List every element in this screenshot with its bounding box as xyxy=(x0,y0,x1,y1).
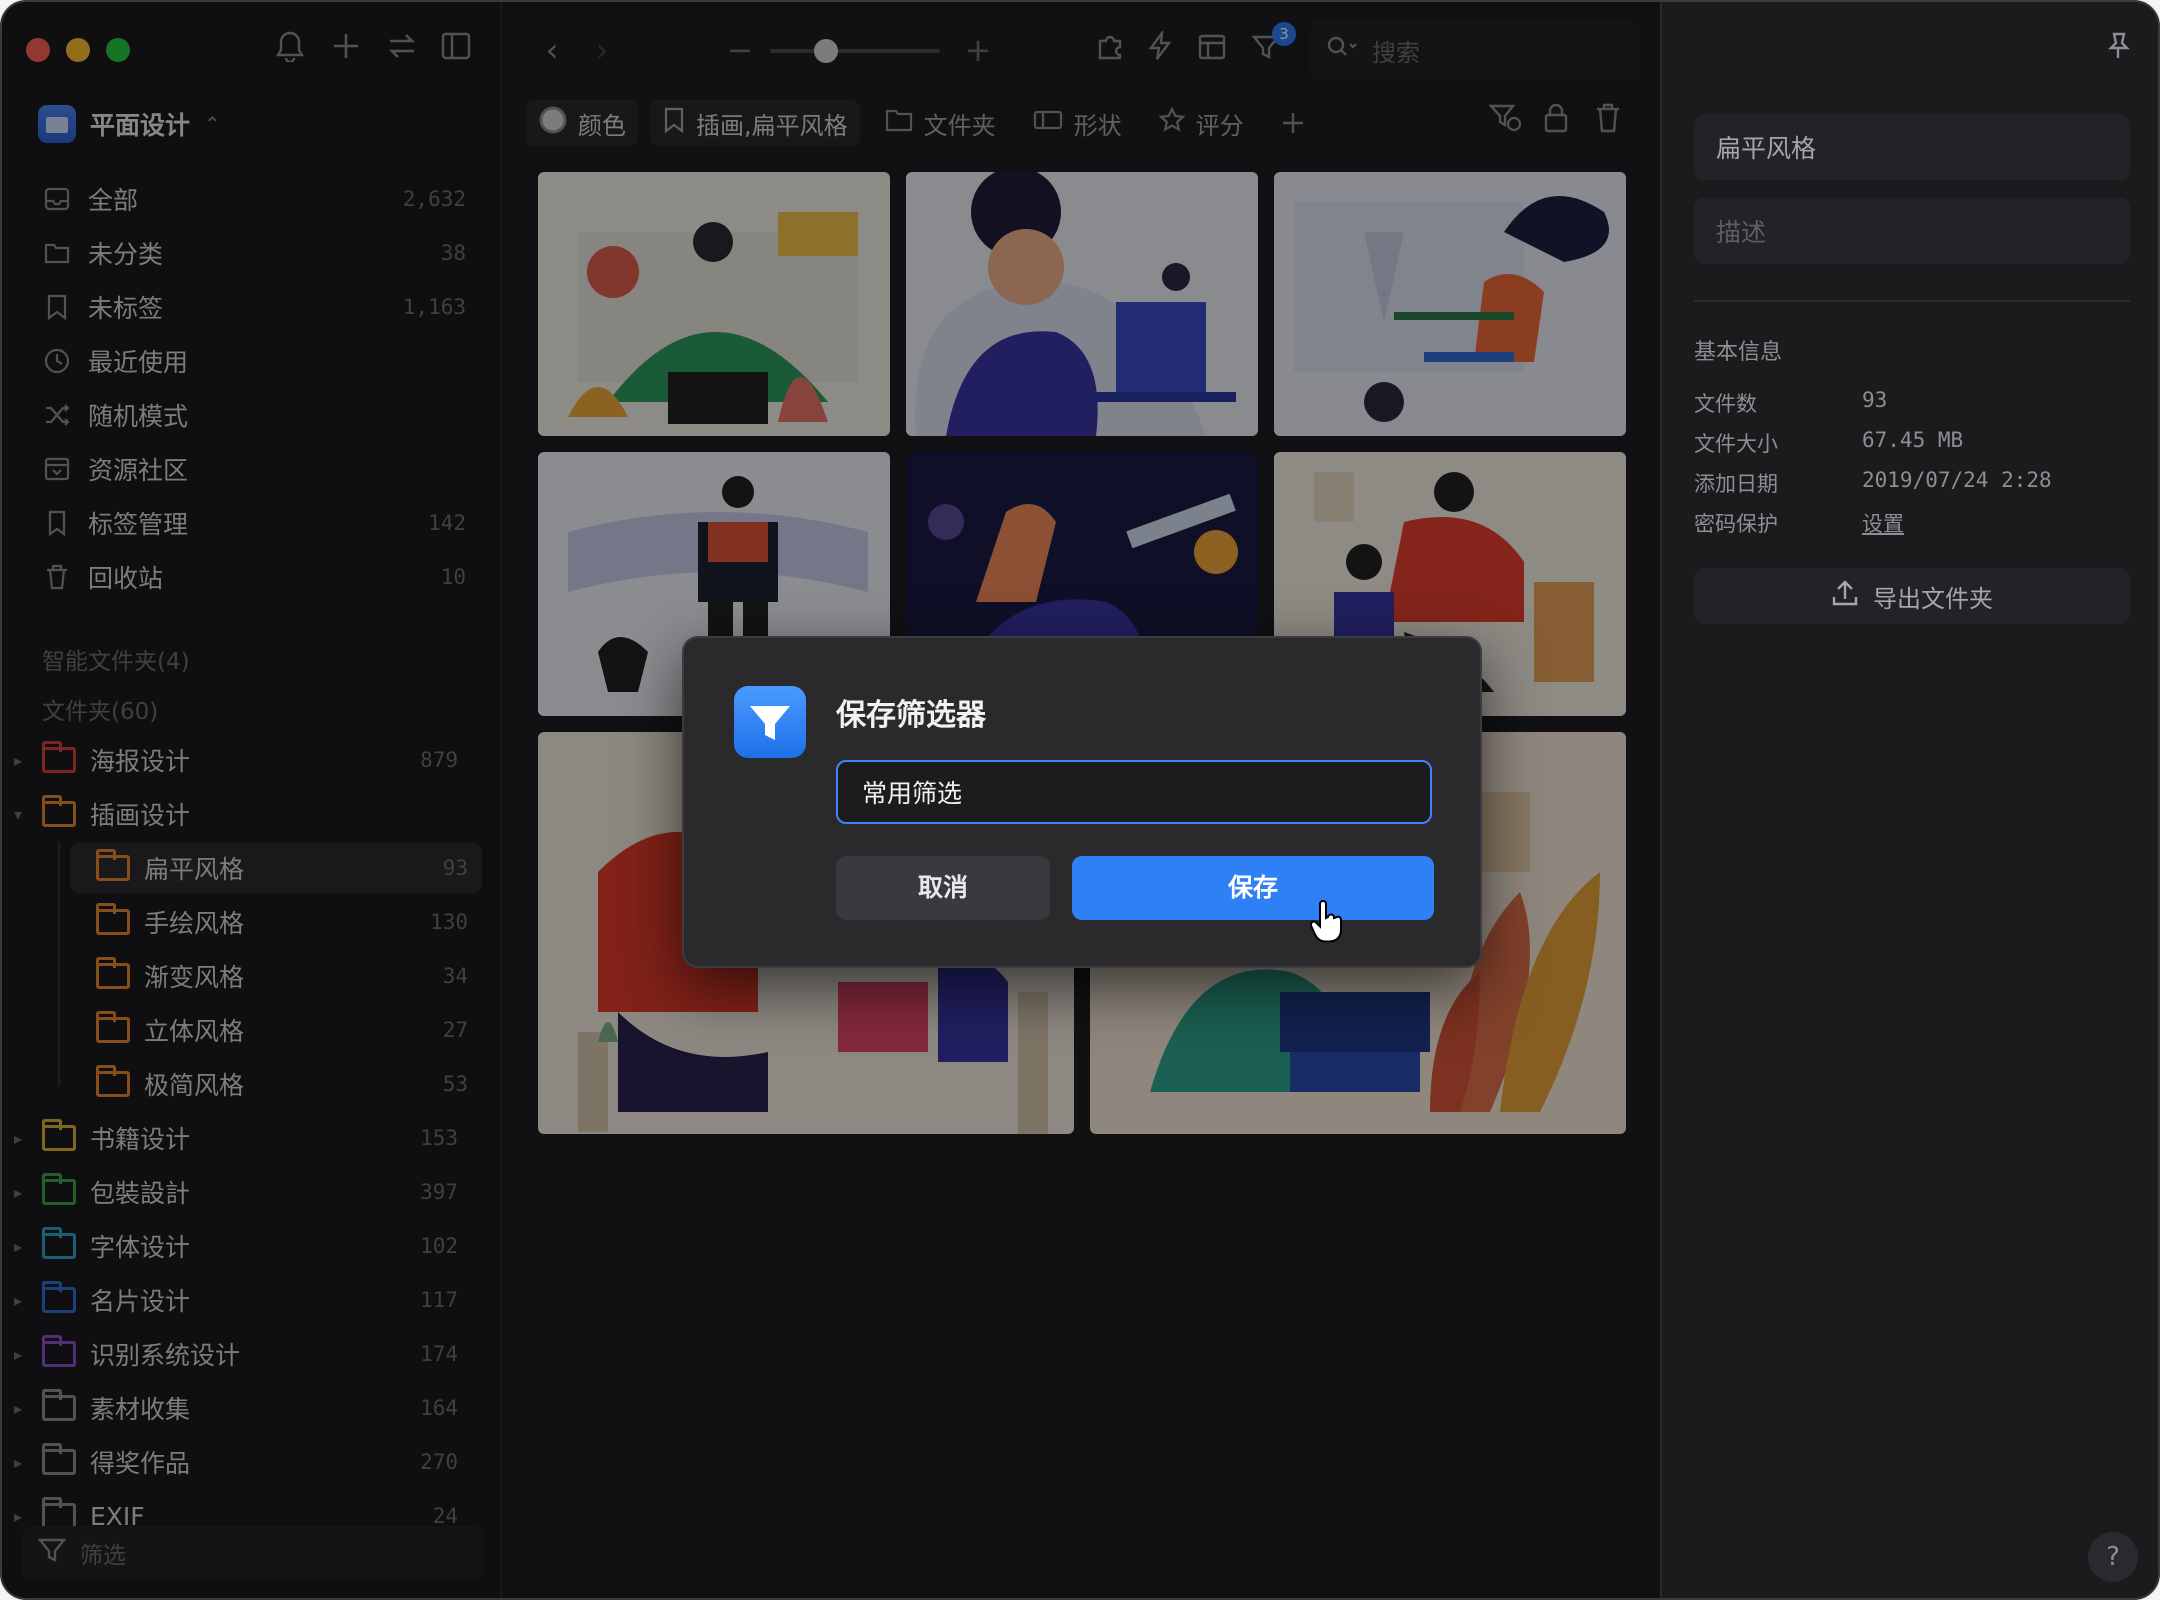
help-icon[interactable]: ? xyxy=(2088,1532,2138,1582)
hand-cursor-icon xyxy=(1309,900,1346,944)
info-row: 文件大小 67.45 MB xyxy=(1694,428,1963,458)
save-button[interactable]: 保存 xyxy=(1072,856,1434,920)
cancel-button[interactable]: 取消 xyxy=(836,856,1050,920)
filter-app-icon xyxy=(734,686,806,758)
info-value: 2019/07/24 2:28 xyxy=(1862,468,2052,492)
filter-name-input[interactable] xyxy=(836,760,1432,824)
info-value: 67.45 MB xyxy=(1862,428,1964,452)
info-row: 密码保护 设置 xyxy=(1694,508,1904,538)
info-key: 密码保护 xyxy=(1694,512,1778,536)
export-folder-label: 导出文件夹 xyxy=(1873,584,1993,613)
password-setup-link[interactable]: 设置 xyxy=(1862,508,1904,538)
upload-icon xyxy=(1831,579,1859,613)
info-key: 添加日期 xyxy=(1694,472,1778,496)
info-row: 添加日期 2019/07/24 2:28 xyxy=(1694,468,2052,498)
info-key: 文件数 xyxy=(1694,392,1757,416)
divider xyxy=(1694,300,2130,302)
description-field[interactable]: 描述 xyxy=(1694,198,2130,264)
dialog-title: 保存筛选器 xyxy=(836,698,986,733)
save-filter-dialog: 保存筛选器 取消 保存 xyxy=(682,636,1482,968)
inspector-panel: 扁平风格 描述 基本信息 文件数 93 文件大小 67.45 MB 添加日期 2019/0… xyxy=(1660,2,2158,1598)
info-key: 文件大小 xyxy=(1694,432,1778,456)
app-window: 平面设计 ⌃ 全部 2,632 未分类 38 未标签 1,163 最近使用 随机模式 资源社区标… xyxy=(0,0,2160,1600)
pin-icon[interactable] xyxy=(2098,30,2138,70)
folder-name-field[interactable]: 扁平风格 xyxy=(1694,114,2130,180)
basic-info-title: 基本信息 xyxy=(1694,340,1783,365)
info-row: 文件数 93 xyxy=(1694,388,1887,418)
export-folder-button[interactable]: 导出文件夹 xyxy=(1694,568,2130,624)
info-value: 93 xyxy=(1862,388,1888,412)
